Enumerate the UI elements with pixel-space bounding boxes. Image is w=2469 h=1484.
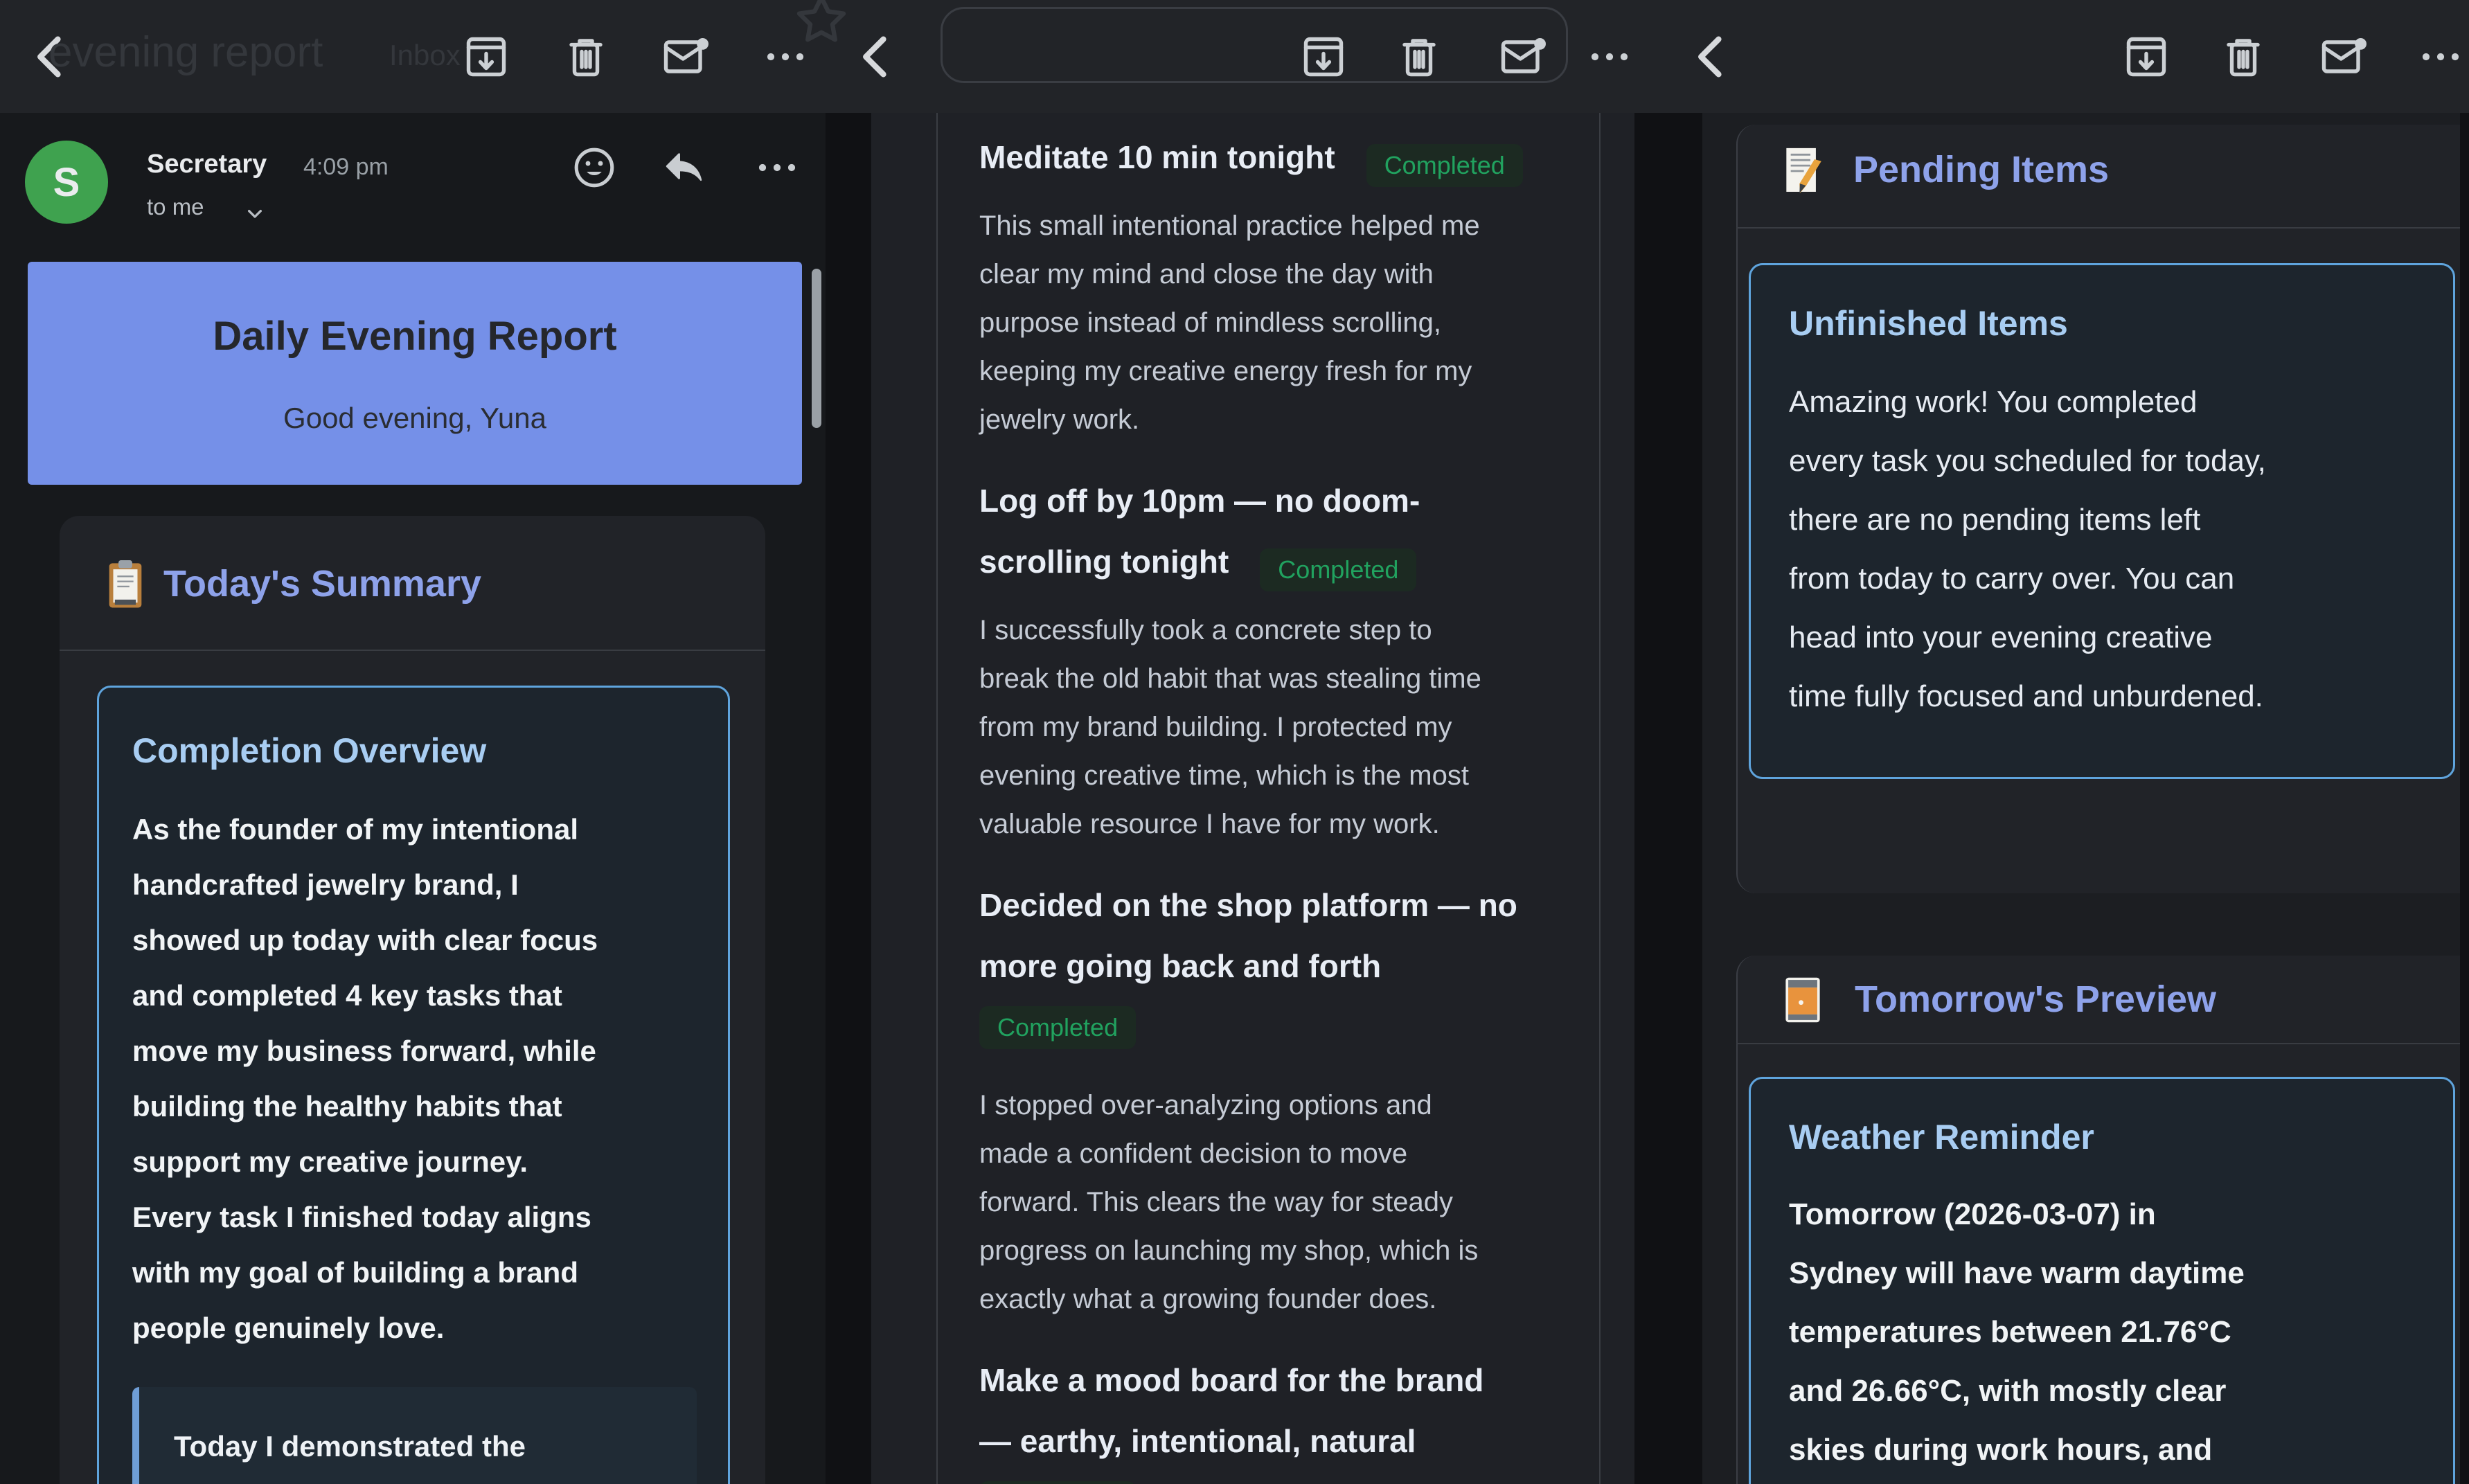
section-title-pending-items: Pending Items	[1853, 148, 2109, 191]
more-icon[interactable]	[1585, 32, 1634, 82]
delete-icon[interactable]	[2218, 32, 2268, 82]
status-badge: Completed	[979, 1481, 1136, 1484]
calendar-icon	[1777, 972, 1828, 1028]
task-list: Meditate 10 min tonight Completed This sm…	[938, 113, 1599, 1484]
mail-unread-icon[interactable]	[661, 32, 711, 82]
reply-icon[interactable]	[659, 143, 709, 193]
scrollbar-thumb[interactable]	[812, 269, 821, 428]
weather-reminder-card: Weather Reminder Tomorrow (2026-03-07) i…	[1749, 1077, 2455, 1484]
report-hero-banner	[28, 262, 802, 485]
mail-unread-icon[interactable]	[2319, 32, 2369, 82]
screenshot-seam	[826, 113, 871, 1484]
more-icon[interactable]	[760, 32, 810, 82]
status-badge: Completed	[1366, 144, 1523, 187]
screenshot-seam	[2460, 113, 2469, 1484]
task-body: I successfully took a concrete step to b…	[979, 606, 1578, 848]
task-title: Make a mood board for the brand — earthy…	[979, 1350, 1578, 1472]
back-icon[interactable]	[850, 30, 903, 83]
completion-overview-card: Completion Overview As the founder of my…	[97, 686, 730, 1484]
app-toolbar: evening report Inbox	[0, 0, 2469, 113]
section-title-todays-summary: Today's Summary	[163, 562, 481, 605]
archive-icon[interactable]	[2121, 32, 2171, 82]
screenshot-seam	[1634, 113, 1702, 1484]
card-title: Completion Overview	[132, 731, 697, 771]
delete-icon[interactable]	[1394, 32, 1444, 82]
more-icon[interactable]	[752, 143, 802, 193]
card-title: Unfinished Items	[1789, 303, 2415, 343]
task-body: This small intentional practice helped m…	[979, 202, 1578, 444]
task-title: Meditate 10 min tonight	[979, 139, 1335, 175]
clipboard-icon	[101, 555, 150, 614]
report-greeting: Good evening, Yuna	[28, 402, 802, 435]
section-title-tomorrows-preview: Tomorrow's Preview	[1855, 978, 2216, 1021]
content-border-right	[1599, 113, 1601, 1484]
ghost-inbox-label: Inbox	[389, 39, 461, 72]
archive-icon[interactable]	[1299, 32, 1348, 82]
archive-icon[interactable]	[461, 32, 511, 82]
divider	[1736, 227, 2469, 229]
weather-reminder-body: Tomorrow (2026-03-07) in Sydney will hav…	[1789, 1185, 2415, 1479]
divider	[60, 650, 765, 651]
task-section: Log off by 10pm — no doom- scrolling ton…	[979, 470, 1578, 848]
status-badge: Completed	[979, 1006, 1136, 1049]
back-icon[interactable]	[1686, 30, 1738, 83]
avatar[interactable]: S	[25, 141, 108, 224]
task-body: I stopped over-analyzing options and mad…	[979, 1081, 1578, 1323]
more-icon[interactable]	[2416, 32, 2466, 82]
mail-unread-icon[interactable]	[1498, 32, 1548, 82]
recipient-label[interactable]: to me	[147, 194, 204, 220]
task-section: Make a mood board for the brand — earthy…	[979, 1350, 1578, 1484]
ghost-subject-title: evening report	[48, 28, 323, 77]
ghost-card-outline	[941, 7, 1568, 83]
task-section: Meditate 10 min tonight Completed This sm…	[979, 127, 1578, 444]
completion-quote: Today I demonstrated the courage to make…	[132, 1387, 697, 1484]
report-title: Daily Evening Report	[28, 313, 802, 359]
chevron-down-icon[interactable]	[241, 199, 269, 227]
task-section: Decided on the shop platform — no more g…	[979, 875, 1578, 1323]
delete-icon[interactable]	[561, 32, 611, 82]
memo-icon	[1776, 143, 1830, 199]
unfinished-items-card: Unfinished Items Amazing work! You compl…	[1749, 263, 2455, 779]
completion-overview-body: As the founder of my intentional handcra…	[132, 802, 697, 1356]
divider	[1736, 1043, 2469, 1044]
unfinished-items-body: Amazing work! You completed every task y…	[1789, 373, 2415, 726]
card-title: Weather Reminder	[1789, 1117, 2415, 1157]
sent-time: 4:09 pm	[303, 154, 389, 181]
task-title: Decided on the shop platform — no more g…	[979, 875, 1578, 996]
sender-name: Secretary	[147, 150, 267, 179]
emoji-reaction-icon[interactable]	[569, 143, 619, 193]
status-badge: Completed	[1260, 548, 1416, 591]
stitched-email-screenshots: evening report Inbox	[0, 0, 2469, 1484]
